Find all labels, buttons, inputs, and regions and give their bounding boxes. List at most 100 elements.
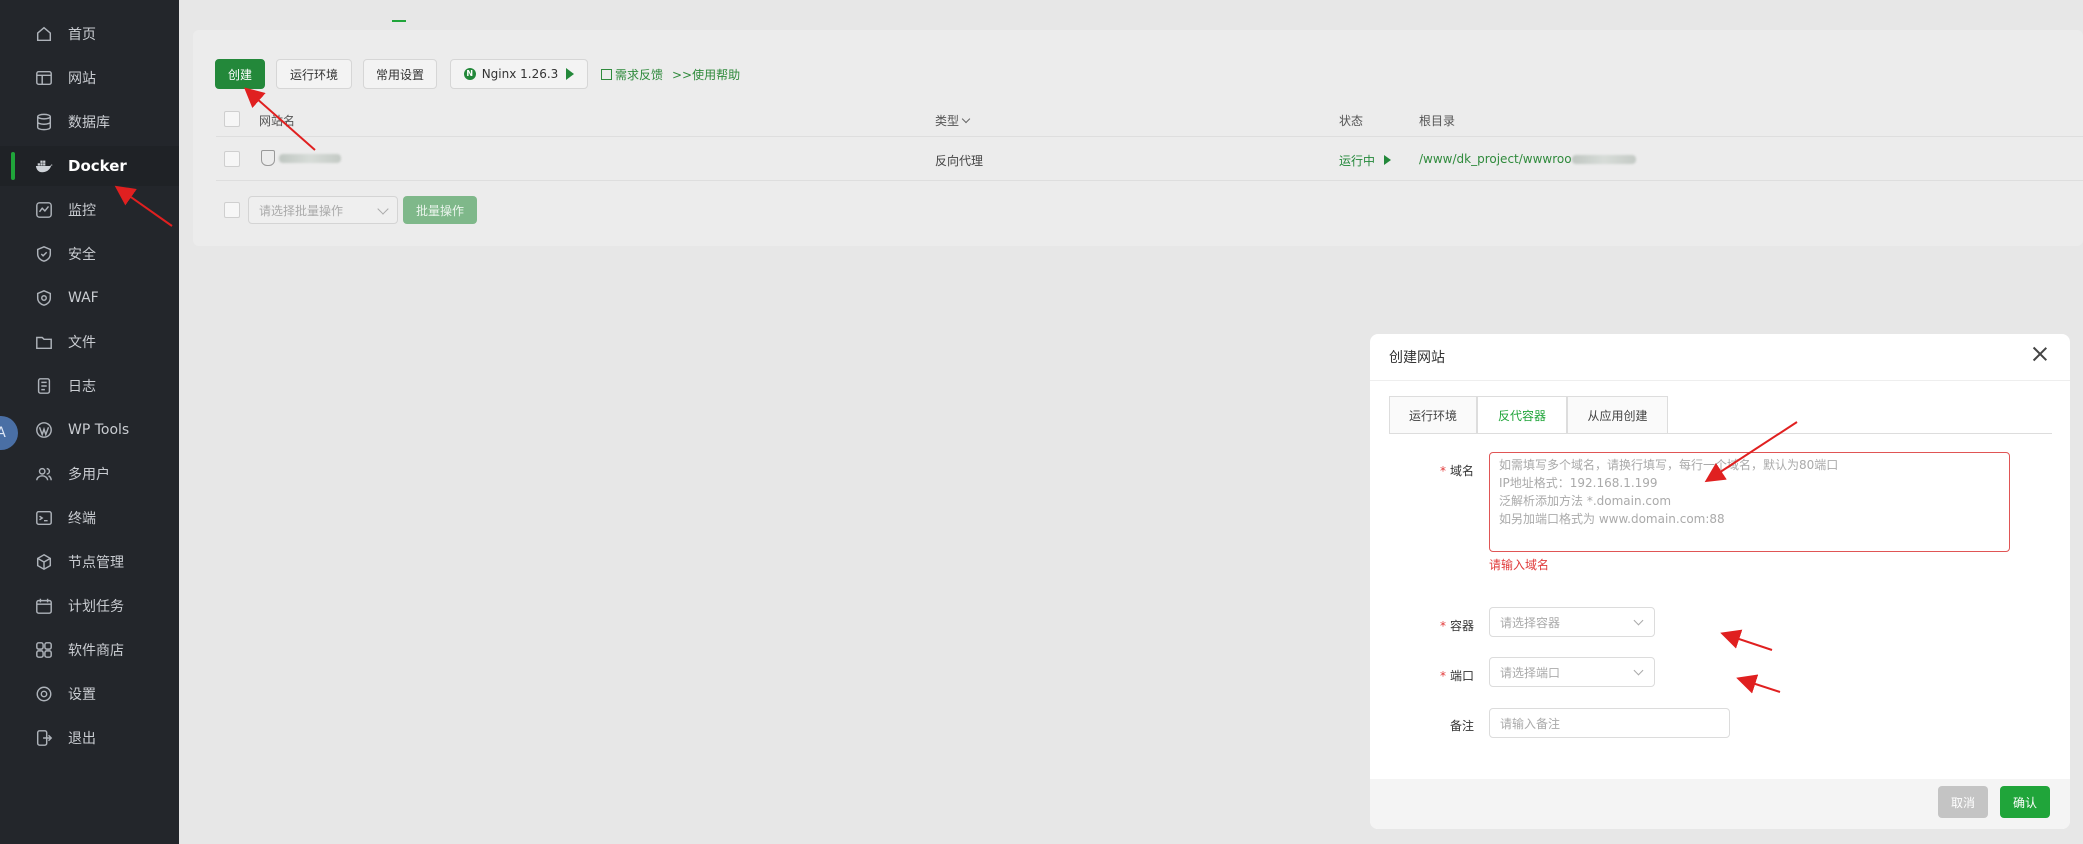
site-name-cell[interactable] [261,150,341,166]
sidebar-item-label: 文件 [68,335,96,351]
sidebar-item-label: 数据库 [68,115,110,131]
sidebar-item-node-management[interactable]: 节点管理 [0,542,179,582]
row-checkbox[interactable] [224,151,240,167]
tab-runtime-env[interactable]: 运行环境 [1389,396,1477,433]
nginx-icon: N [463,68,476,80]
play-icon [566,68,575,80]
sidebar-item-logs[interactable]: 日志 [0,366,179,406]
batch-operation-select[interactable]: 请选择批量操作 [248,196,398,224]
batch-operation-button[interactable]: 批量操作 [403,196,477,224]
users-icon [34,464,54,484]
sidebar-item-security[interactable]: 安全 [0,234,179,274]
dialog-title: 创建网站 [1389,350,1445,366]
tab-create-from-app[interactable]: 从应用创建 [1567,396,1668,433]
waf-icon [34,288,54,308]
site-status-cell[interactable]: 运行中 [1339,152,1391,169]
port-select[interactable]: 请选择端口 [1489,657,1655,687]
website-icon [34,68,54,88]
confirm-button[interactable]: 确认 [2000,786,2050,818]
play-icon [1383,155,1391,165]
column-header-type[interactable]: 类型 [935,112,971,129]
sidebar-item-scheduled-tasks[interactable]: 计划任务 [0,586,179,626]
chevron-down-icon [1633,665,1644,676]
sidebar-item-label: 监控 [68,203,96,219]
note-label: 备注 [1449,719,1474,733]
sidebar-item-label: WP Tools [68,422,130,438]
sidebar-item-website[interactable]: 网站 [0,58,179,98]
sidebar: A 首页 网站 数据库 Docker 监控 安全 WAF 文件 日志 WP To… [0,0,179,844]
row-divider [216,136,2083,137]
port-label: * 端口 [1439,669,1474,683]
sidebar-item-label: 计划任务 [68,599,124,615]
cancel-button[interactable]: 取消 [1938,786,1988,818]
help-link[interactable]: >>使用帮助 [672,66,740,83]
redacted-root-path [1571,155,1636,164]
sidebar-item-label: WAF [68,290,99,306]
sidebar-item-label: 退出 [68,731,96,747]
dialog-header-divider [1370,380,2070,381]
sidebar-item-multi-user[interactable]: 多用户 [0,454,179,494]
tab-indicator [392,20,406,22]
sidebar-item-settings[interactable]: 设置 [0,674,179,714]
folder-icon [34,332,54,352]
site-root-cell[interactable]: /www/dk_project/wwwroo [1419,152,1636,166]
site-shield-icon [261,150,275,166]
sidebar-item-label: 安全 [68,247,96,263]
batch-checkbox[interactable] [224,202,240,218]
container-select[interactable]: 请选择容器 [1489,607,1655,637]
nginx-button[interactable]: N Nginx 1.26.3 [450,59,588,89]
sidebar-item-label: 日志 [68,379,96,395]
terminal-icon [34,508,54,528]
sidebar-item-label: Docker [68,157,127,175]
row-divider [216,180,2083,181]
calendar-icon [34,596,54,616]
tab-reverse-proxy-container[interactable]: 反代容器 [1477,396,1567,433]
container-label: * 容器 [1439,619,1474,633]
settings-icon [34,684,54,704]
sidebar-item-docker[interactable]: Docker [0,146,179,186]
sidebar-item-waf[interactable]: WAF [0,278,179,318]
sidebar-item-monitor[interactable]: 监控 [0,190,179,230]
column-header-status: 状态 [1339,114,1364,128]
store-icon [34,640,54,660]
feedback-link[interactable]: 需求反馈 [601,66,663,83]
chevron-down-icon [377,203,389,215]
monitor-icon [34,200,54,220]
domain-error-message: 请输入域名 [1489,558,1550,572]
shield-icon [34,244,54,264]
node-icon [34,552,54,572]
create-button[interactable]: 创建 [215,59,265,89]
domain-textarea[interactable]: 如需填写多个域名，请换行填写，每行一个域名，默认为80端口 IP地址格式：192… [1489,452,2010,552]
sidebar-item-software-store[interactable]: 软件商店 [0,630,179,670]
feedback-icon [601,69,612,80]
tabs-divider [1389,433,2052,434]
create-site-dialog: 创建网站 运行环境 反代容器 从应用创建 * 域名 如需填写多个域名，请换行填写，… [1370,334,2070,829]
log-icon [34,376,54,396]
sidebar-item-database[interactable]: 数据库 [0,102,179,142]
select-all-checkbox[interactable] [224,111,240,127]
wordpress-icon [34,420,54,440]
common-settings-button[interactable]: 常用设置 [363,59,437,89]
sidebar-item-logout[interactable]: 退出 [0,718,179,758]
sidebar-item-label: 多用户 [68,467,110,483]
close-icon[interactable] [2032,346,2048,362]
note-input[interactable]: 请输入备注 [1489,708,1730,738]
sidebar-item-wp-tools[interactable]: WP Tools [0,410,179,450]
domain-label: * 域名 [1439,464,1474,478]
sidebar-item-label: 首页 [68,27,96,43]
chevron-down-icon [1633,615,1644,626]
runtime-env-button[interactable]: 运行环境 [276,59,352,89]
chevron-down-icon [961,114,971,124]
redacted-site-name [279,153,341,163]
sidebar-item-home[interactable]: 首页 [0,14,179,54]
sidebar-item-label: 终端 [68,511,96,527]
sidebar-item-label: 软件商店 [68,643,124,659]
nginx-version: Nginx 1.26.3 [481,67,559,81]
sidebar-item-label: 网站 [68,71,96,87]
sidebar-item-label: 设置 [68,687,96,703]
sidebar-item-label: 节点管理 [68,555,124,571]
sidebar-item-files[interactable]: 文件 [0,322,179,362]
column-header-site-name[interactable]: 网站名 [259,112,295,129]
sidebar-item-terminal[interactable]: 终端 [0,498,179,538]
site-type-cell: 反向代理 [935,154,984,168]
